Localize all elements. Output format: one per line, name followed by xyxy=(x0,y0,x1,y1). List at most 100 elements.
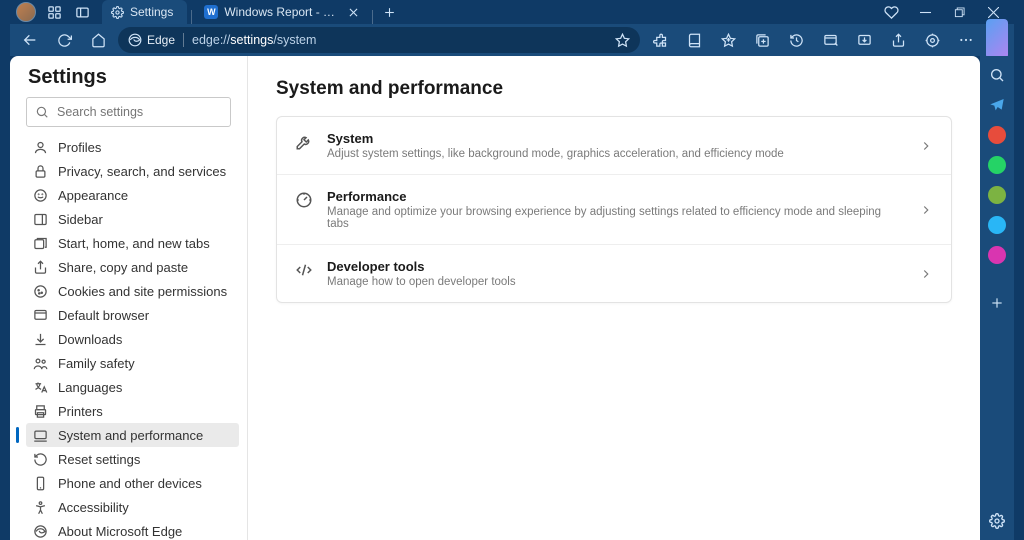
close-icon[interactable] xyxy=(346,5,360,19)
row-performance[interactable]: Performance Manage and optimize your bro… xyxy=(277,174,951,244)
sidebar-app-icon-1[interactable] xyxy=(986,124,1008,146)
page-title: System and performance xyxy=(276,78,952,100)
download-icon xyxy=(32,331,48,347)
share-icon xyxy=(32,259,48,275)
tab-separator xyxy=(372,10,373,24)
gauge-icon xyxy=(295,191,313,209)
tab-label: Windows Report - Your go-to sou xyxy=(224,5,340,19)
row-devtools[interactable]: Developer tools Manage how to open devel… xyxy=(277,244,951,302)
downloads-icon[interactable] xyxy=(850,26,878,54)
sidebar-app-icon-3[interactable] xyxy=(986,214,1008,236)
read-aloud-icon[interactable] xyxy=(680,26,708,54)
favorite-star-icon[interactable] xyxy=(615,33,630,48)
tabs-icon xyxy=(32,235,48,251)
nav-appearance[interactable]: Appearance xyxy=(26,183,239,207)
appearance-icon xyxy=(32,187,48,203)
extensions-icon[interactable] xyxy=(646,26,674,54)
devtools-icon xyxy=(295,261,313,279)
nav-family[interactable]: Family safety xyxy=(26,351,239,375)
gear-icon xyxy=(110,5,124,19)
nav-accessibility[interactable]: Accessibility xyxy=(26,495,239,519)
nav-cookies[interactable]: Cookies and site permissions xyxy=(26,279,239,303)
address-bar[interactable]: Edge edge://settings/system xyxy=(118,27,640,53)
printer-icon xyxy=(32,403,48,419)
workspaces-icon[interactable] xyxy=(42,0,66,24)
row-system[interactable]: System Adjust system settings, like back… xyxy=(277,117,951,174)
maximize-button[interactable] xyxy=(942,0,976,24)
row-desc: Manage and optimize your browsing experi… xyxy=(327,206,905,230)
tab-label: Settings xyxy=(130,5,173,19)
sidebar-icon xyxy=(32,211,48,227)
minimize-button[interactable] xyxy=(908,0,942,24)
history-icon[interactable] xyxy=(782,26,810,54)
site-favicon: W xyxy=(204,5,218,19)
nav-start-home[interactable]: Start, home, and new tabs xyxy=(26,231,239,255)
separator xyxy=(183,33,184,47)
row-title: Performance xyxy=(327,189,905,204)
nav-share[interactable]: Share, copy and paste xyxy=(26,255,239,279)
refresh-button[interactable] xyxy=(50,26,78,54)
search-settings-box[interactable] xyxy=(26,97,231,127)
collections-icon[interactable] xyxy=(748,26,776,54)
nav-languages[interactable]: Languages xyxy=(26,375,239,399)
row-desc: Adjust system settings, like background … xyxy=(327,148,905,160)
nav-privacy[interactable]: Privacy, search, and services xyxy=(26,159,239,183)
nav-downloads[interactable]: Downloads xyxy=(26,327,239,351)
sidebar-app-icon-2[interactable] xyxy=(986,184,1008,206)
performance-icon[interactable] xyxy=(918,26,946,54)
tab-windows-report[interactable]: W Windows Report - Your go-to sou xyxy=(196,0,368,24)
new-tab-button[interactable] xyxy=(377,0,401,24)
system-icon xyxy=(32,427,48,443)
edge-logo-chip: Edge xyxy=(128,33,175,47)
toolbar: Edge edge://settings/system xyxy=(10,24,1014,56)
row-desc: Manage how to open developer tools xyxy=(327,276,905,288)
address-chip-label: Edge xyxy=(147,33,175,47)
home-button[interactable] xyxy=(84,26,112,54)
reset-icon xyxy=(32,451,48,467)
nav-system-performance[interactable]: System and performance xyxy=(26,423,239,447)
lock-icon xyxy=(32,163,48,179)
nav-sidebar[interactable]: Sidebar xyxy=(26,207,239,231)
copilot-button[interactable] xyxy=(986,19,1008,59)
main-pane: System and performance System Adjust sys… xyxy=(248,56,980,540)
nav-reset[interactable]: Reset settings xyxy=(26,447,239,471)
tab-actions-icon[interactable] xyxy=(70,0,94,24)
tab-separator xyxy=(191,10,192,24)
cookie-icon xyxy=(32,283,48,299)
nav-about[interactable]: About Microsoft Edge xyxy=(26,519,239,540)
chevron-right-icon xyxy=(919,139,933,153)
app-icon[interactable] xyxy=(816,26,844,54)
settings-sidebar: Settings Profiles Privacy, search, and s… xyxy=(10,56,248,540)
wrench-icon xyxy=(295,133,313,151)
nav-profiles[interactable]: Profiles xyxy=(26,135,239,159)
titlebar: Settings W Windows Report - Your go-to s… xyxy=(10,0,1014,24)
profile-avatar[interactable] xyxy=(14,0,38,24)
sidebar-telegram-icon[interactable] xyxy=(986,94,1008,116)
sidebar-add-icon[interactable] xyxy=(986,292,1008,314)
phone-icon xyxy=(32,475,48,491)
nav-printers[interactable]: Printers xyxy=(26,399,239,423)
share-icon[interactable] xyxy=(884,26,912,54)
nav-default-browser[interactable]: Default browser xyxy=(26,303,239,327)
browser-icon xyxy=(32,307,48,323)
sidebar-messenger-icon[interactable] xyxy=(986,244,1008,266)
chevron-right-icon xyxy=(919,203,933,217)
nav-phone[interactable]: Phone and other devices xyxy=(26,471,239,495)
tabs: Settings W Windows Report - Your go-to s… xyxy=(102,0,401,24)
language-icon xyxy=(32,379,48,395)
sidebar-search-icon[interactable] xyxy=(986,64,1008,86)
back-button[interactable] xyxy=(16,26,44,54)
tab-settings[interactable]: Settings xyxy=(102,0,187,24)
search-icon xyxy=(35,105,49,119)
chevron-right-icon xyxy=(919,267,933,281)
search-input[interactable] xyxy=(57,105,222,119)
more-menu-icon[interactable] xyxy=(952,26,980,54)
family-icon xyxy=(32,355,48,371)
edge-sidebar xyxy=(980,56,1014,540)
favorites-icon[interactable] xyxy=(714,26,742,54)
url-text: edge://settings/system xyxy=(192,33,316,47)
sidebar-settings-icon[interactable] xyxy=(986,510,1008,532)
browser-essentials-icon[interactable] xyxy=(874,0,908,24)
sidebar-whatsapp-icon[interactable] xyxy=(986,154,1008,176)
profile-icon xyxy=(32,139,48,155)
